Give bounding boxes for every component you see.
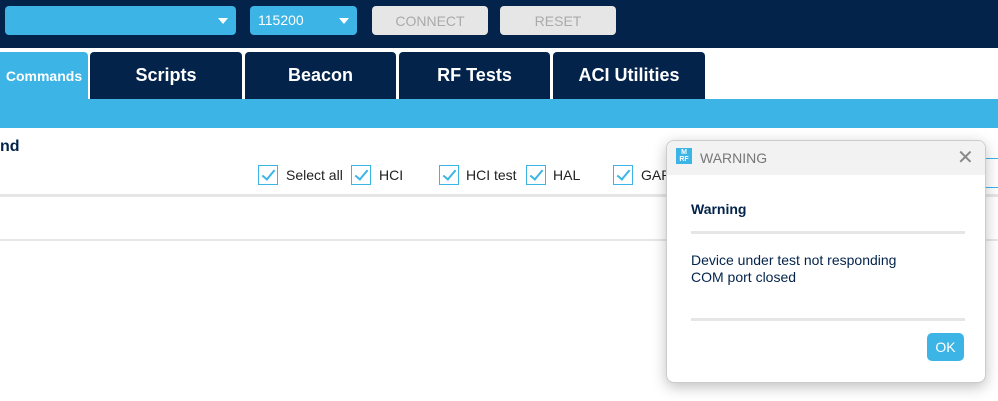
chevron-down-icon <box>218 18 228 24</box>
divider <box>691 318 965 321</box>
divider <box>985 187 998 188</box>
tab-rf-tests[interactable]: RF Tests <box>399 52 550 99</box>
gap-checkbox[interactable] <box>613 165 633 185</box>
divider <box>691 231 965 234</box>
hal-label: HAL <box>553 167 581 183</box>
port-select[interactable] <box>5 6 236 35</box>
divider <box>985 158 998 159</box>
ok-button[interactable]: OK <box>927 333 964 361</box>
warning-dialog: M RF WARNING ✕ Warning Device under test … <box>666 140 986 383</box>
tab-aci-utilities[interactable]: ACI Utilities <box>553 52 705 99</box>
select-all-checkbox[interactable] <box>258 165 278 185</box>
app-logo-icon: M RF <box>676 148 692 164</box>
panel-title: nd <box>0 138 20 155</box>
hci-test-checkbox[interactable] <box>439 165 459 185</box>
dialog-message-line2: COM port closed <box>691 269 797 285</box>
chevron-down-icon <box>339 18 349 24</box>
close-icon[interactable]: ✕ <box>957 145 974 170</box>
hci-label: HCI <box>379 167 404 183</box>
select-all-label: Select all <box>286 167 343 183</box>
tab-beacon[interactable]: Beacon <box>245 52 396 99</box>
dialog-title: WARNING <box>700 150 768 166</box>
hal-checkbox[interactable] <box>526 165 546 185</box>
dialog-heading: Warning <box>691 201 747 217</box>
dialog-message-line1: Device under test not responding <box>691 252 897 268</box>
connect-button[interactable]: CONNECT <box>372 6 488 35</box>
hci-checkbox[interactable] <box>351 165 371 185</box>
tab-scripts[interactable]: Scripts <box>90 52 242 99</box>
baud-select[interactable]: 115200 <box>250 6 357 35</box>
baud-value: 115200 <box>258 12 304 28</box>
reset-button[interactable]: RESET <box>500 6 616 35</box>
tab-commands[interactable]: Commands <box>0 52 88 99</box>
tab-content-band <box>0 99 998 128</box>
hci-test-label: HCI test <box>466 167 517 183</box>
